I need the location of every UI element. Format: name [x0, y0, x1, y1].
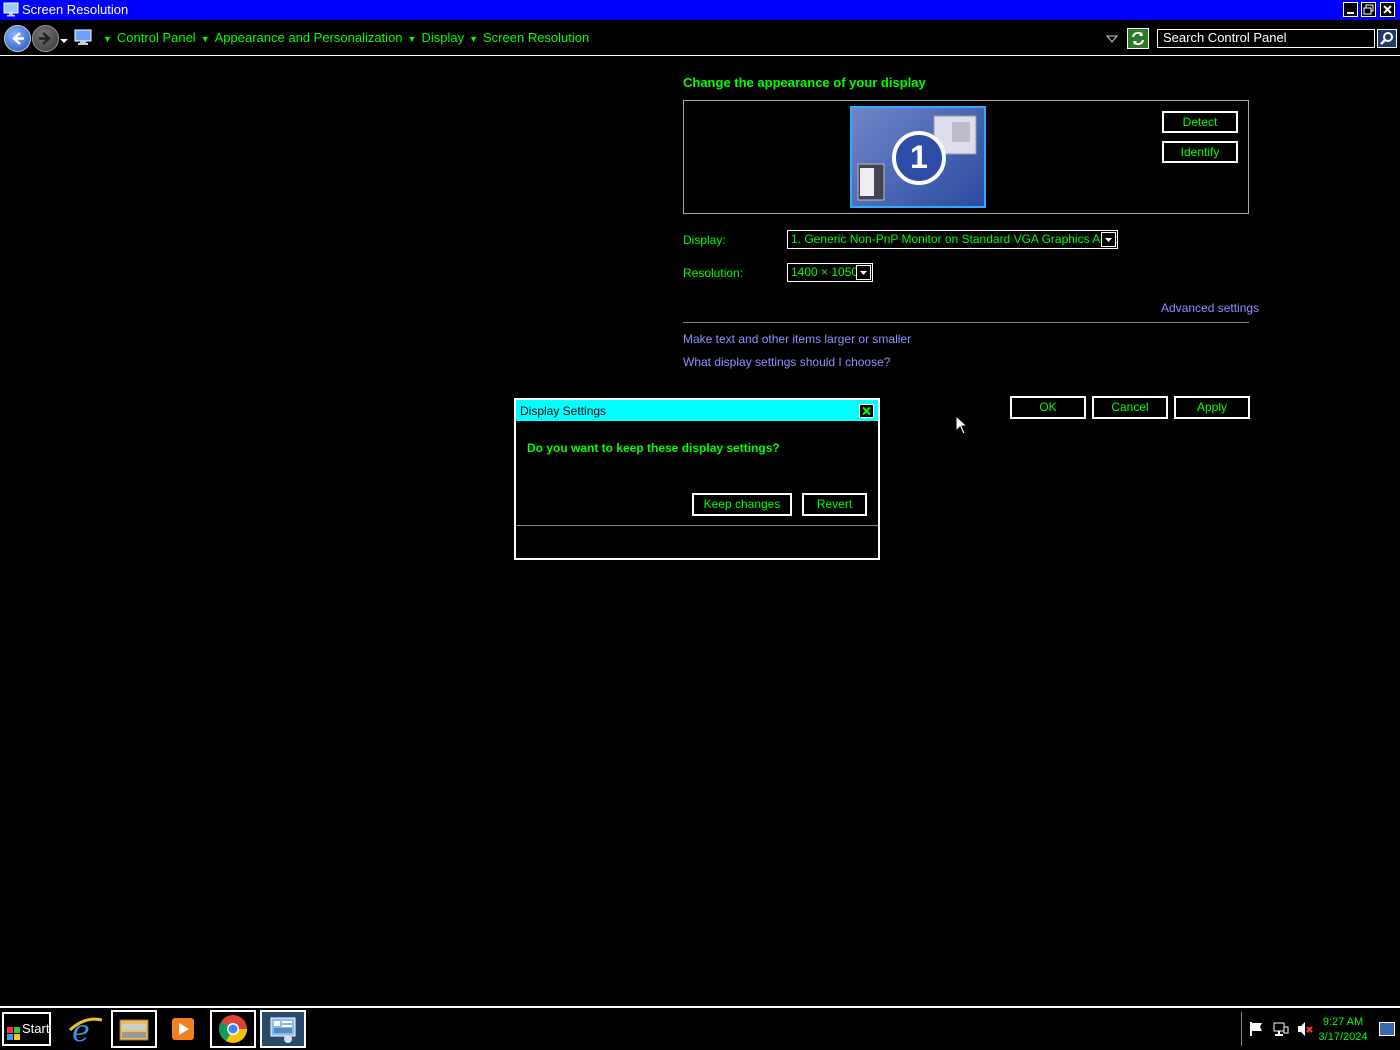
detect-button[interactable]: Detect: [1162, 111, 1238, 133]
display-select-value: 1. Generic Non-PnP Monitor on Standard V…: [791, 232, 1118, 246]
search-icon[interactable]: [1377, 29, 1397, 48]
windows-logo-icon: [7, 1022, 21, 1050]
start-button[interactable]: Start: [2, 1012, 51, 1046]
window-title: Screen Resolution: [22, 2, 129, 17]
page-title: Change the appearance of your display: [683, 75, 926, 90]
refresh-button[interactable]: [1127, 28, 1149, 49]
display-label: Display:: [683, 233, 726, 247]
apply-button[interactable]: Apply: [1174, 396, 1250, 419]
media-player-icon[interactable]: [160, 1010, 206, 1048]
monitor-app-icon: [3, 2, 19, 17]
tray-divider: [1241, 1012, 1242, 1046]
dialog-divider: [516, 525, 878, 526]
resolution-label: Resolution:: [683, 266, 744, 280]
show-desktop-button[interactable]: [1379, 1022, 1395, 1036]
display-select[interactable]: 1. Generic Non-PnP Monitor on Standard V…: [787, 230, 1118, 249]
back-button[interactable]: [4, 25, 31, 52]
monitor-1-thumbnail[interactable]: 1: [850, 106, 986, 208]
dialog-title-bar: Display Settings: [516, 400, 878, 421]
clock-date: 3/17/2024: [1318, 1031, 1368, 1043]
breadcrumb-control-panel[interactable]: Control Panel: [117, 30, 196, 45]
mouse-cursor-icon: [955, 414, 969, 438]
breadcrumb-screen-resolution[interactable]: Screen Resolution: [483, 30, 589, 45]
clock-time: 9:27 AM: [1322, 1016, 1364, 1028]
restore-button[interactable]: [1361, 2, 1376, 17]
breadcrumb: ▼ Control Panel ▼ Appearance and Personaliz…: [103, 30, 590, 45]
revert-button[interactable]: Revert: [802, 493, 867, 516]
title-bar: Screen Resolution: [0, 0, 1400, 20]
chrome-icon[interactable]: [210, 1010, 256, 1048]
divider: [683, 322, 1249, 323]
advanced-settings-link[interactable]: Advanced settings: [1161, 301, 1259, 315]
start-label: Start: [22, 1021, 50, 1036]
monitor-number: 1: [910, 139, 928, 175]
breadcrumb-appearance[interactable]: Appearance and Personalization: [215, 30, 403, 45]
internet-explorer-icon[interactable]: e: [62, 1010, 108, 1049]
dialog-close-button[interactable]: [859, 404, 874, 418]
address-bar: ▼ Control Panel ▼ Appearance and Personaliz…: [0, 21, 1400, 56]
chevron-down-icon[interactable]: [1101, 232, 1116, 247]
address-dropdown-icon[interactable]: [1105, 33, 1119, 47]
display-settings-dialog: Display Settings Do you want to keep the…: [514, 398, 880, 560]
taskbar: Start e 9:27 AM 3/17/2024: [0, 1006, 1400, 1050]
identify-button[interactable]: Identify: [1162, 141, 1238, 163]
keep-changes-button[interactable]: Keep changes: [692, 493, 792, 516]
search-input[interactable]: Search Control Panel: [1157, 29, 1375, 48]
ok-button[interactable]: OK: [1010, 396, 1086, 419]
cancel-button[interactable]: Cancel: [1092, 396, 1168, 419]
breadcrumb-display[interactable]: Display: [421, 30, 464, 45]
clock[interactable]: 9:27 AM 3/17/2024: [1315, 1015, 1371, 1045]
close-button[interactable]: [1380, 2, 1395, 17]
display-help-link[interactable]: What display settings should I choose?: [683, 355, 890, 369]
text-size-link[interactable]: Make text and other items larger or smal…: [683, 332, 911, 346]
forward-button[interactable]: [32, 25, 59, 52]
chevron-down-icon[interactable]: [856, 265, 871, 280]
file-explorer-icon[interactable]: [111, 1010, 157, 1048]
recent-pages-dropdown[interactable]: [59, 34, 69, 48]
dialog-title: Display Settings: [520, 404, 607, 418]
control-panel-taskbar-icon[interactable]: [260, 1010, 306, 1048]
network-icon[interactable]: [1273, 1021, 1289, 1040]
resolution-select-value: 1400 × 1050: [791, 265, 859, 279]
minimize-button[interactable]: [1343, 2, 1358, 17]
dialog-question: Do you want to keep these display settin…: [527, 441, 780, 455]
action-center-flag-icon[interactable]: [1249, 1021, 1265, 1040]
control-panel-icon: [74, 29, 92, 49]
volume-muted-icon[interactable]: [1297, 1021, 1313, 1040]
resolution-select[interactable]: 1400 × 1050: [787, 263, 873, 282]
